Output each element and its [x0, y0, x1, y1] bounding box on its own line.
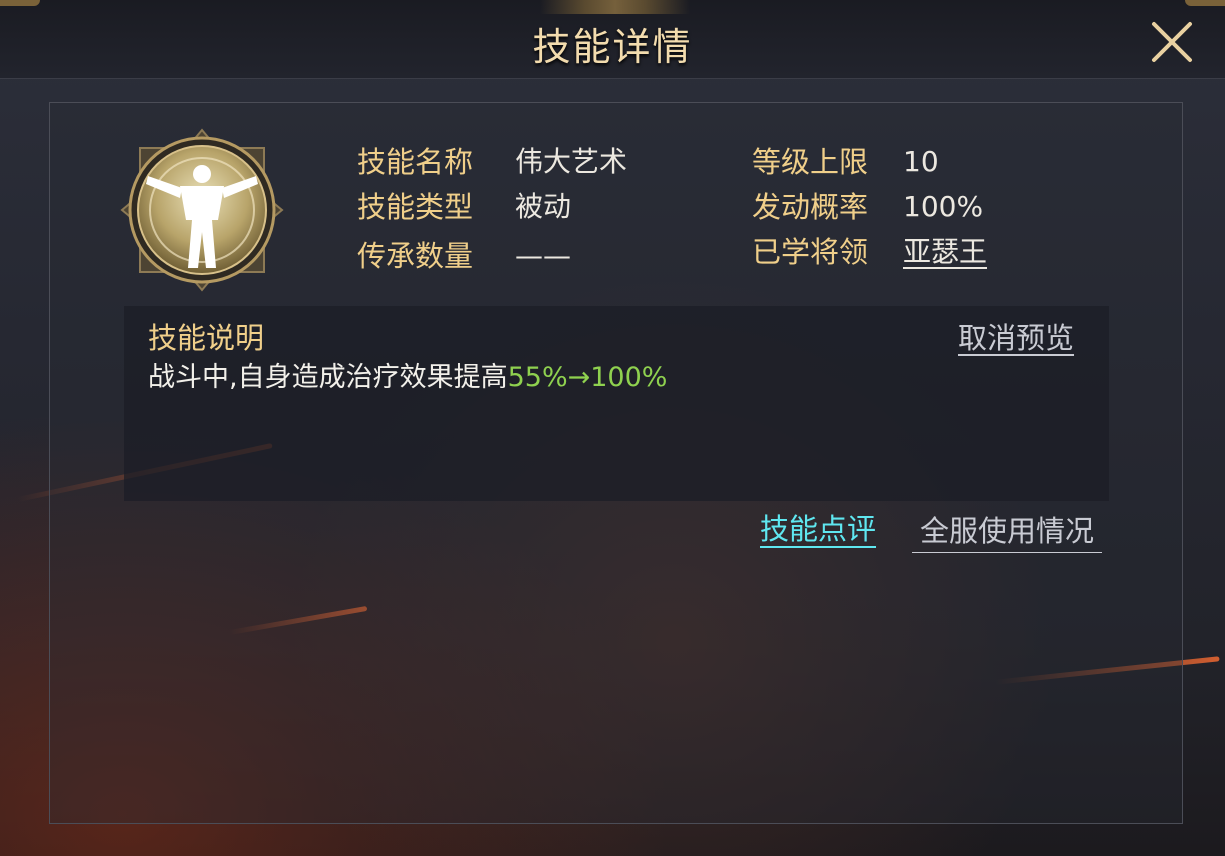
description-title: 技能说明	[148, 321, 265, 355]
skill-name-label: 技能名称	[357, 145, 474, 179]
skill-review-link[interactable]: 技能点评	[760, 508, 876, 550]
learned-generals-label: 已学将领	[752, 235, 869, 269]
cancel-preview-link[interactable]: 取消预览	[958, 318, 1074, 358]
level-cap-value: 10	[903, 145, 939, 178]
level-cap-label: 等级上限	[752, 145, 869, 179]
header-ornament-right	[1185, 0, 1225, 6]
description-highlight: 55%→100%	[507, 362, 668, 393]
trigger-chance-value: 100%	[903, 190, 984, 223]
skill-emblem	[120, 128, 284, 292]
skill-name-value: 伟大艺术	[515, 145, 628, 178]
learned-general-link[interactable]: 亚瑟王	[903, 232, 987, 272]
skill-type-label: 技能类型	[357, 190, 474, 224]
close-icon	[1152, 22, 1192, 62]
server-usage-link[interactable]: 全服使用情况	[912, 510, 1102, 553]
inherit-count-label: 传承数量	[357, 239, 474, 273]
inherit-count-value: ——	[515, 239, 571, 272]
description-text-main: 战斗中,自身造成治疗效果提高	[148, 362, 508, 393]
page-title: 技能详情	[532, 25, 693, 69]
figure-emblem-icon	[120, 128, 284, 292]
header-ornament	[540, 0, 690, 14]
header-ornament-left	[0, 0, 40, 6]
trigger-chance-label: 发动概率	[752, 190, 869, 224]
description-text: 战斗中,自身造成治疗效果提高55%→100%	[148, 358, 667, 398]
close-button[interactable]	[1148, 18, 1196, 66]
skill-type-value: 被动	[515, 190, 572, 223]
header-bar: 技能详情	[0, 0, 1225, 79]
